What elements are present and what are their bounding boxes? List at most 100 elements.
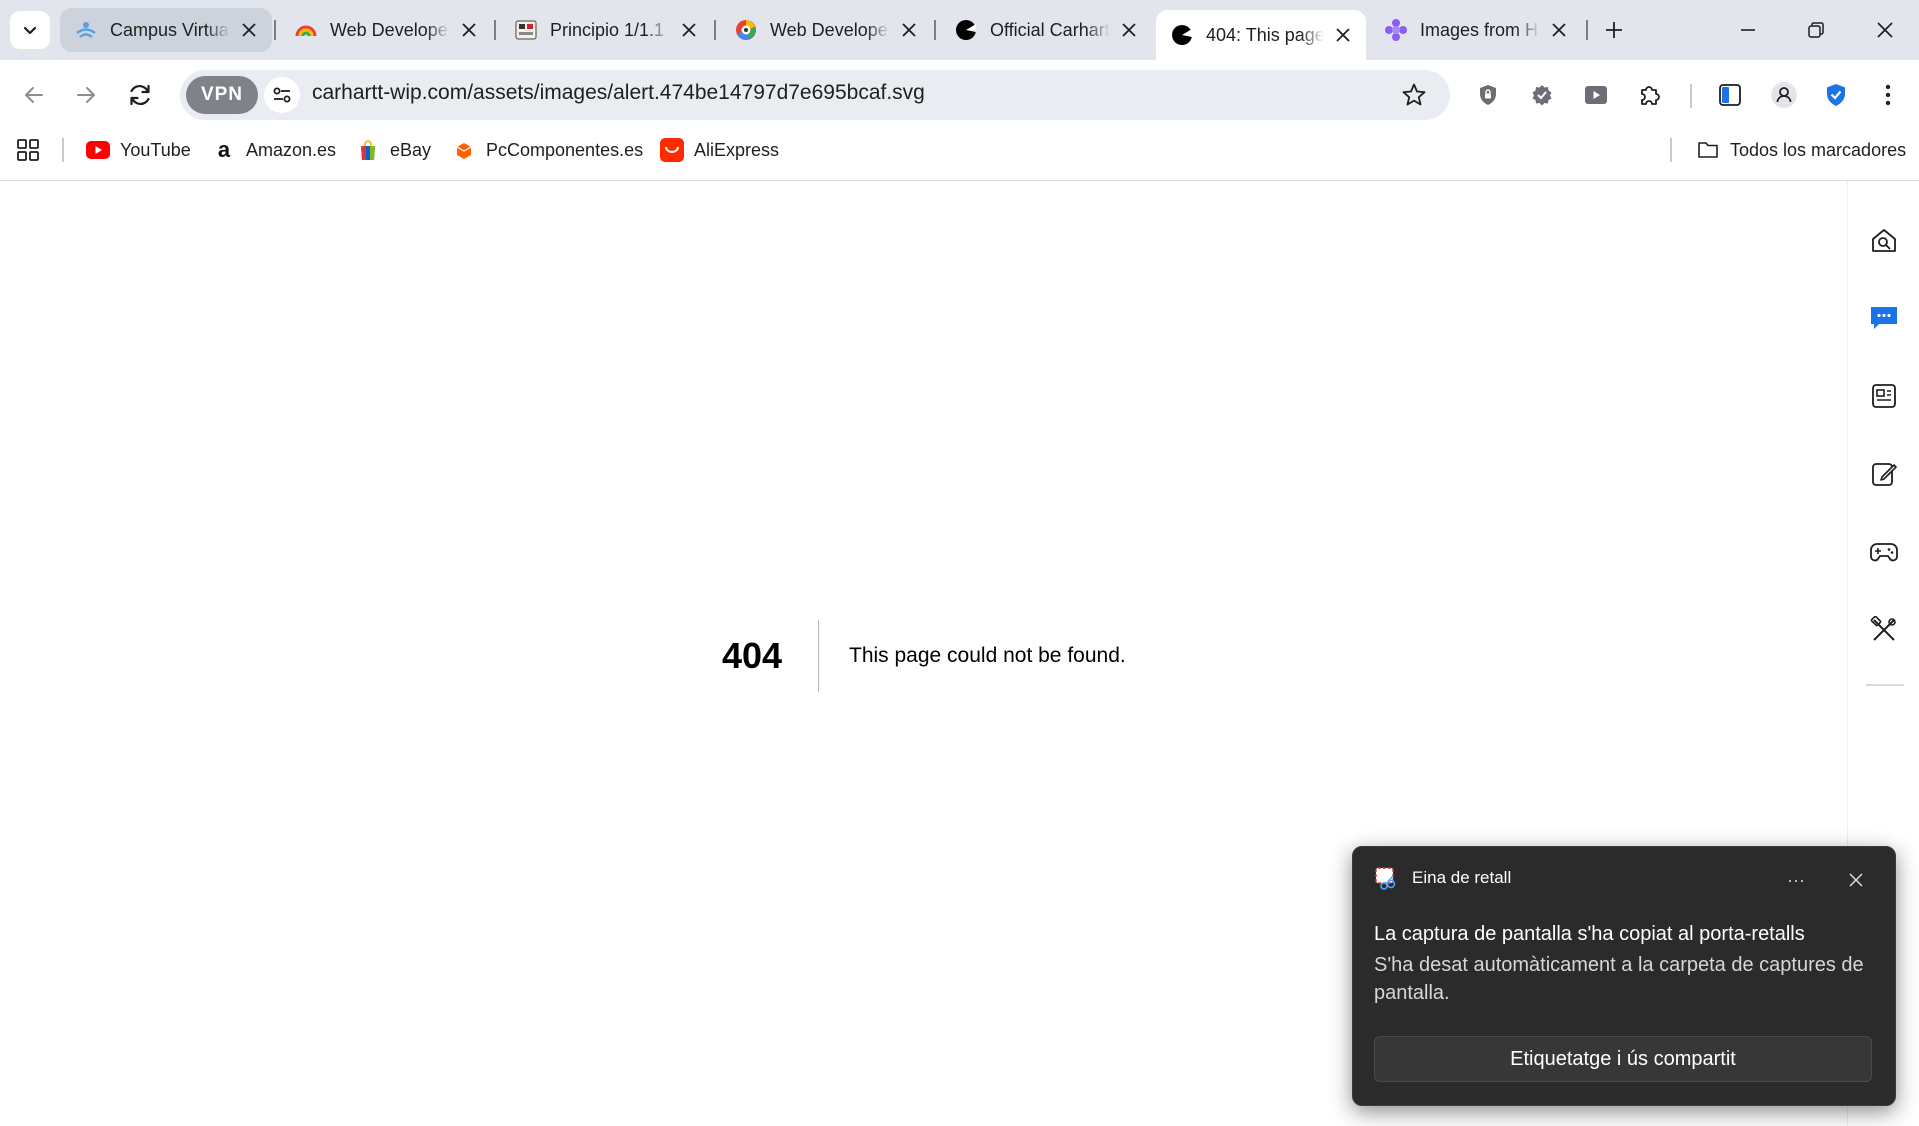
bookmark-label: Amazon.es xyxy=(246,139,337,160)
toolbar-separator xyxy=(1690,84,1692,108)
badge-check-icon xyxy=(1532,85,1552,106)
tab-search-button[interactable] xyxy=(10,11,50,49)
tab-title: Web Developer xyxy=(770,19,890,40)
video-extension[interactable] xyxy=(1576,75,1616,115)
tab-title: Official Carhartt xyxy=(990,19,1110,40)
toast-more-button[interactable]: ··· xyxy=(1780,866,1812,894)
all-bookmarks-button[interactable]: Todos los marcadores xyxy=(1696,136,1906,164)
arrow-left-icon xyxy=(25,87,43,103)
bookmark-label: eBay xyxy=(390,139,432,160)
tab-web-developer-1[interactable]: Web Developer xyxy=(280,10,492,50)
gamepad-icon xyxy=(1870,543,1898,562)
toast-app-name: Eina de retall xyxy=(1412,868,1512,887)
close-icon[interactable] xyxy=(1330,22,1356,48)
bookmark-aliexpress[interactable]: AliExpress xyxy=(660,136,779,164)
sidebar-notes-button[interactable] xyxy=(1864,454,1904,494)
tab-principio[interactable]: Principio 1/1.1 xyxy=(500,10,712,50)
close-icon[interactable] xyxy=(1116,17,1142,43)
tab-separator xyxy=(274,20,276,40)
toast-close-button[interactable] xyxy=(1840,866,1872,894)
side-panel-icon xyxy=(1719,84,1741,106)
profile-button[interactable] xyxy=(1764,75,1804,115)
sidebar-news-button[interactable] xyxy=(1864,376,1904,416)
vpn-button[interactable]: VPN xyxy=(186,76,258,114)
folder-icon xyxy=(1696,138,1720,162)
menu-button[interactable] xyxy=(1868,75,1908,115)
edit-note-icon xyxy=(1872,463,1897,486)
toast-body: S'ha desat automàticament a la carpeta d… xyxy=(1374,954,1864,1004)
tab-title: Images from H xyxy=(1420,19,1539,40)
tune-icon xyxy=(273,87,291,103)
tab-web-developer-2[interactable]: Web Developer xyxy=(720,10,932,50)
sidebar-chat-button[interactable] xyxy=(1864,298,1904,338)
ad-blocker-extension[interactable] xyxy=(1468,75,1508,115)
search-home-icon xyxy=(1872,229,1896,252)
close-icon[interactable] xyxy=(896,17,922,43)
apps-button[interactable] xyxy=(16,136,40,164)
verified-extension[interactable] xyxy=(1522,75,1562,115)
bookmark-star-button[interactable] xyxy=(1394,75,1434,115)
reload-icon xyxy=(130,84,150,106)
bookmark-pccomponentes[interactable]: PcComponentes.es xyxy=(452,136,643,164)
chevron-down-icon xyxy=(23,26,37,35)
sidebar-games-button[interactable] xyxy=(1864,532,1904,572)
tab-campus-virtual[interactable]: Campus Virtual xyxy=(60,8,272,52)
site-info-button[interactable] xyxy=(264,77,300,113)
tab-images-from[interactable]: Images from H xyxy=(1370,10,1582,50)
puzzle-flower-icon xyxy=(1384,18,1408,42)
close-icon[interactable] xyxy=(676,17,702,43)
shield-check-icon xyxy=(1827,84,1845,106)
bookmark-ebay[interactable]: eBay xyxy=(356,136,431,164)
carhartt-icon xyxy=(1170,23,1194,47)
close-window-button[interactable] xyxy=(1857,8,1913,52)
aliexpress-icon xyxy=(660,138,684,162)
bookmark-label: YouTube xyxy=(120,139,191,160)
carhartt-icon xyxy=(954,18,978,42)
tab-official-carhartt[interactable]: Official Carhartt xyxy=(940,10,1152,50)
bookmark-label: AliExpress xyxy=(694,139,780,160)
back-button[interactable] xyxy=(14,75,54,115)
bookmark-amazon[interactable]: a Amazon.es xyxy=(212,136,336,164)
minimize-button[interactable] xyxy=(1720,8,1776,52)
toast-action-button[interactable]: Etiquetatge i ús compartit xyxy=(1374,1036,1872,1082)
close-icon[interactable] xyxy=(456,17,482,43)
rainbow-icon xyxy=(294,18,318,42)
chat-icon xyxy=(1871,307,1897,329)
play-icon xyxy=(1585,86,1607,104)
close-icon[interactable] xyxy=(236,17,262,43)
security-extension[interactable] xyxy=(1816,75,1856,115)
tab-title: 404: This page xyxy=(1206,24,1324,45)
more-horizontal-icon: ··· xyxy=(1787,869,1805,890)
side-panel-button[interactable] xyxy=(1710,75,1750,115)
pccomponentes-icon xyxy=(452,138,476,162)
error-divider xyxy=(818,620,819,692)
extensions-button[interactable] xyxy=(1630,75,1670,115)
bookmark-youtube[interactable]: YouTube xyxy=(86,136,191,164)
vpn-label: VPN xyxy=(200,84,244,105)
amazon-icon: a xyxy=(217,137,231,162)
reload-button[interactable] xyxy=(120,75,160,115)
apps-grid-icon xyxy=(17,139,39,161)
new-tab-button[interactable] xyxy=(1586,8,1642,52)
tab-title: Campus Virtual xyxy=(110,19,230,40)
restore-icon xyxy=(1808,22,1824,38)
color-wheel-icon xyxy=(734,18,758,42)
close-icon xyxy=(1877,22,1893,38)
news-icon xyxy=(1872,384,1896,408)
restore-button[interactable] xyxy=(1788,8,1844,52)
url-text[interactable]: carhartt-wip.com/assets/images/alert.474… xyxy=(312,81,925,105)
more-vertical-icon xyxy=(1885,84,1891,106)
tab-title: Web Developer xyxy=(330,19,450,40)
plus-icon xyxy=(1606,22,1622,38)
close-icon[interactable] xyxy=(1546,17,1572,43)
forward-button[interactable] xyxy=(66,75,106,115)
all-bookmarks-label: Todos los marcadores xyxy=(1730,139,1907,160)
close-icon xyxy=(1849,873,1863,887)
bookmark-separator xyxy=(62,138,64,162)
sidebar-search-button[interactable] xyxy=(1864,221,1904,261)
avatar-icon xyxy=(1771,82,1797,108)
ebay-icon xyxy=(356,138,380,162)
star-icon xyxy=(1402,83,1426,106)
sidebar-tools-button[interactable] xyxy=(1864,610,1904,650)
tab-404-active[interactable]: 404: This page xyxy=(1156,10,1366,60)
